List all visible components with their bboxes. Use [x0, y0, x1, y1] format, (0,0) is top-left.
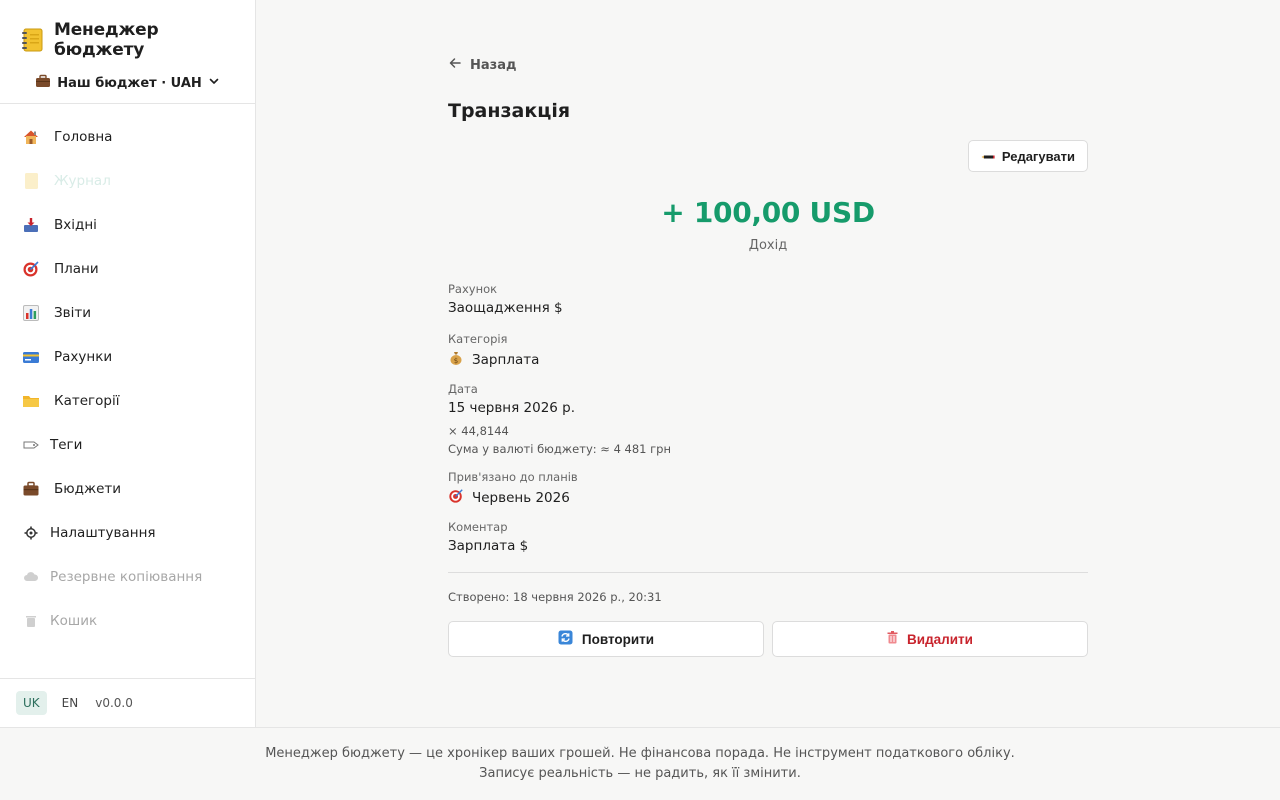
app-version: v0.0.0: [95, 696, 133, 710]
exchange-rate: × 44,8144: [448, 424, 509, 438]
trash-icon: [887, 631, 898, 647]
sidebar-item-accounts[interactable]: Рахунки: [0, 335, 255, 379]
sidebar-item-label: Резервне копіювання: [50, 569, 203, 585]
target-icon: [448, 488, 464, 508]
sidebar-item-label: Бюджети: [54, 481, 122, 497]
created-timestamp: Створено: 18 червня 2026 р., 20:31: [448, 590, 662, 604]
target-icon: [22, 260, 40, 278]
disclaimer-text: Менеджер бюджету — це хронікер ваших гро…: [265, 746, 1015, 781]
sidebar-nav: Головна Журнал Вхідні Плани Звіти Рахунк…: [0, 104, 255, 643]
comment-value-text: Зарплата $: [448, 538, 529, 554]
account-label: Рахунок: [448, 282, 498, 296]
edit-button[interactable]: Редагувати: [967, 140, 1088, 172]
briefcase-icon: [22, 480, 40, 498]
briefcase-icon: [35, 74, 51, 92]
edit-button-label: Редагувати: [1001, 148, 1075, 164]
folder-icon: [22, 392, 40, 410]
ledger-icon: [20, 27, 44, 53]
category-value-text: Зарплата: [472, 352, 540, 368]
sidebar-item-tags[interactable]: Теги: [0, 423, 255, 467]
transaction-amount: + 100,00 USD: [661, 196, 875, 229]
sidebar-item-label: Налаштування: [50, 525, 156, 541]
transaction-type: Дохід: [748, 238, 788, 253]
back-link[interactable]: Назад: [448, 56, 516, 74]
chevron-down-icon: [208, 75, 220, 91]
sidebar-item-journal[interactable]: Журнал: [0, 159, 255, 203]
category-label: Категорія: [448, 332, 508, 346]
delete-button-label: Видалити: [907, 631, 973, 647]
sidebar-item-label: Категорії: [54, 393, 120, 409]
date-value-text: 15 червня 2026 р.: [448, 400, 576, 416]
sidebar-item-label: Теги: [50, 437, 83, 453]
sidebar-item-backup[interactable]: Резервне копіювання: [0, 555, 255, 599]
sidebar-item-budgets[interactable]: Бюджети: [0, 467, 255, 511]
brand-row: Менеджер бюджету: [20, 20, 235, 60]
pen-icon: [981, 149, 995, 164]
sidebar-item-label: Вхідні: [54, 217, 97, 233]
money-bag-icon: $: [448, 350, 464, 370]
comment-value: Зарплата $: [448, 538, 528, 554]
home-icon: [22, 128, 40, 146]
sidebar-item-trash[interactable]: Кошик: [0, 599, 255, 643]
budget-selector-label: Наш бюджет · UAH: [57, 75, 202, 91]
budget-currency-sum: Сума у валюті бюджету: ≈ 4 481 грн: [448, 442, 672, 456]
back-label: Назад: [470, 57, 517, 73]
sidebar-item-label: Головна: [54, 129, 113, 145]
credit-card-icon: [22, 348, 40, 366]
sidebar-item-categories[interactable]: Категорії: [0, 379, 255, 423]
arrow-left-icon: [448, 56, 462, 74]
sidebar-item-settings[interactable]: Налаштування: [0, 511, 255, 555]
language-en[interactable]: EN: [55, 691, 86, 715]
sidebar-item-home[interactable]: Головна: [0, 115, 255, 159]
language-bar: UK EN v0.0.0: [0, 678, 255, 727]
trash-icon: [22, 612, 40, 630]
budget-selector[interactable]: Наш бюджет · UAH: [20, 74, 235, 92]
sidebar-item-label: Звіти: [54, 305, 91, 321]
date-value: 15 червня 2026 р.: [448, 400, 575, 416]
date-label: Дата: [448, 382, 478, 396]
repeat-button[interactable]: Повторити: [448, 621, 764, 657]
app-title: Менеджер бюджету: [54, 20, 159, 60]
sidebar-item-label: Плани: [54, 261, 99, 277]
chart-icon: [22, 304, 40, 322]
sidebar-item-reports[interactable]: Звіти: [0, 291, 255, 335]
gear-icon: [22, 524, 40, 542]
brand-header: Менеджер бюджету Наш бюджет · UAH: [0, 0, 255, 104]
inbox-icon: [22, 216, 40, 234]
sidebar-item-label: Кошик: [50, 613, 98, 629]
repeat-icon: [558, 630, 573, 648]
language-uk[interactable]: UK: [16, 691, 47, 715]
sidebar-item-inbox[interactable]: Вхідні: [0, 203, 255, 247]
comment-label: Коментар: [448, 520, 508, 534]
plans-value: Червень 2026: [448, 488, 570, 508]
cloud-icon: [22, 568, 40, 586]
page-title: Транзакція: [448, 100, 571, 122]
sidebar-item-label: Журнал: [54, 173, 111, 189]
sidebar-item-label: Рахунки: [54, 349, 113, 365]
divider: [448, 572, 1088, 573]
category-value: $ Зарплата: [448, 350, 539, 370]
delete-button[interactable]: Видалити: [772, 621, 1088, 657]
notebook-icon: [22, 172, 40, 190]
plans-value-text[interactable]: Червень 2026: [472, 490, 570, 506]
account-value-text: Заощадження $: [448, 300, 563, 316]
disclaimer-footer: Менеджер бюджету — це хронікер ваших гро…: [0, 727, 1280, 800]
plans-label: Прив'язано до планів: [448, 470, 578, 484]
repeat-button-label: Повторити: [581, 631, 655, 647]
svg-text:$: $: [454, 357, 458, 365]
tag-icon: [22, 436, 40, 454]
sidebar: Менеджер бюджету Наш бюджет · UAH Головн…: [0, 0, 256, 727]
account-value: Заощадження $: [448, 300, 563, 316]
sidebar-item-plans[interactable]: Плани: [0, 247, 255, 291]
